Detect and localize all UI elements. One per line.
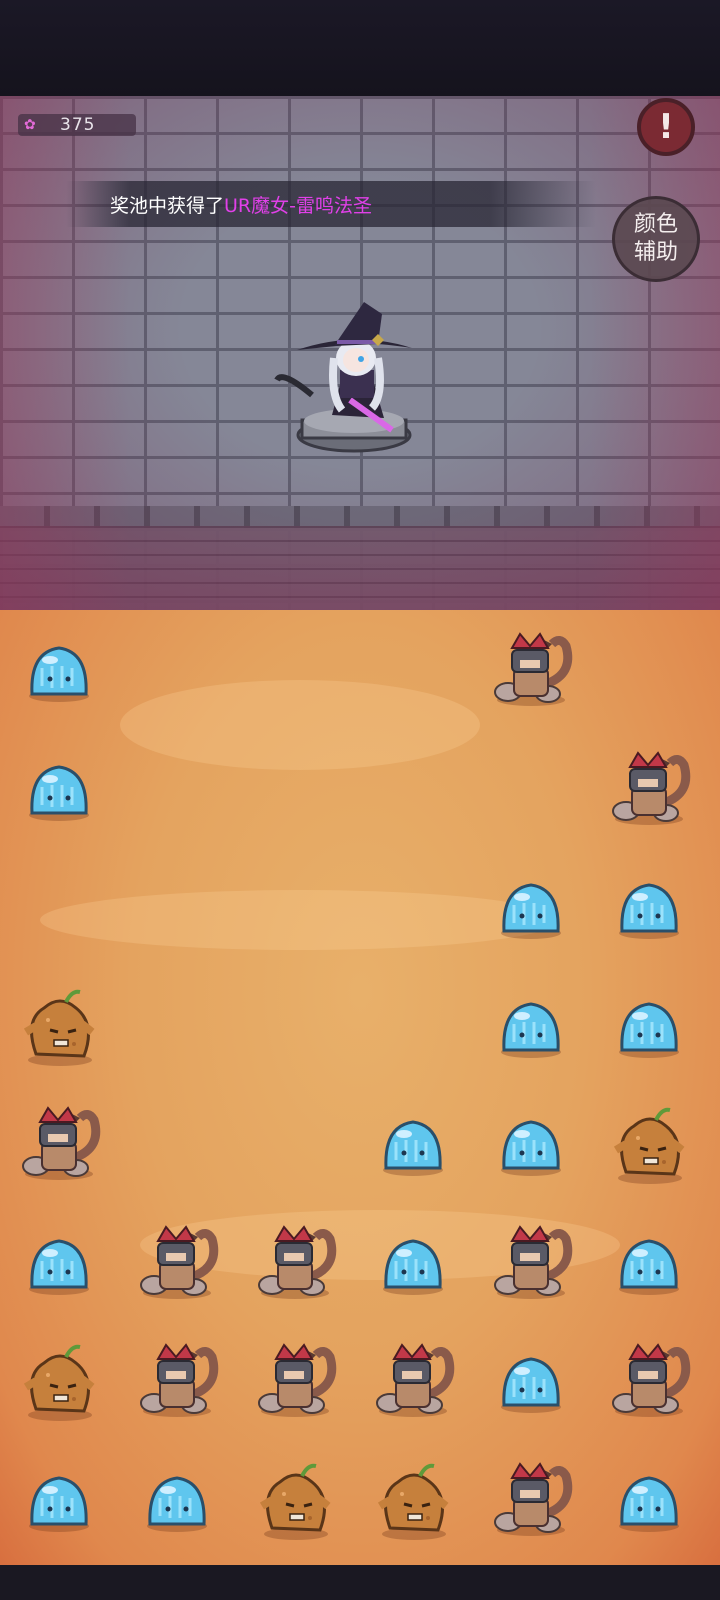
color-assist-label: 颜色辅助 — [633, 212, 678, 265]
witch-character[interactable] — [272, 300, 422, 470]
blue-slime-unit[interactable] — [486, 861, 576, 951]
notice-highlight: UR魔女-雷鸣法圣 — [224, 194, 372, 217]
scorpion-warrior-unit[interactable] — [250, 1217, 340, 1307]
blue-slime-unit[interactable] — [14, 1454, 104, 1544]
top-system-bar — [0, 0, 720, 96]
scorpion-warrior-unit[interactable] — [14, 1098, 104, 1188]
blue-slime-unit[interactable] — [368, 1217, 458, 1307]
blue-slime-unit[interactable] — [14, 743, 104, 833]
scorpion-warrior-unit[interactable] — [132, 1335, 222, 1425]
sand-patch — [40, 890, 560, 950]
blue-slime-unit[interactable] — [486, 1098, 576, 1188]
blue-slime-unit[interactable] — [604, 1454, 694, 1544]
reward-notice-banner: 奖池中获得了UR魔女-雷鸣法圣 — [66, 181, 596, 227]
notice-prefix: 奖池中获得了 — [110, 194, 225, 217]
scorpion-warrior-unit[interactable] — [250, 1335, 340, 1425]
blue-slime-unit[interactable] — [486, 1335, 576, 1425]
scorpion-warrior-unit[interactable] — [486, 1454, 576, 1544]
bottom-system-bar — [0, 1565, 720, 1600]
scorpion-warrior-unit[interactable] — [132, 1217, 222, 1307]
game-board — [0, 610, 720, 1565]
potato-golem-unit[interactable] — [250, 1454, 340, 1544]
scorpion-warrior-unit[interactable] — [604, 743, 694, 833]
reward-notice-text: 奖池中获得了UR魔女-雷鸣法圣 — [110, 191, 372, 218]
blue-slime-unit[interactable] — [604, 861, 694, 951]
potato-golem-unit[interactable] — [604, 1098, 694, 1188]
alert-button[interactable]: ! — [637, 98, 695, 156]
exclamation-icon: ! — [658, 107, 674, 147]
scorpion-warrior-unit[interactable] — [604, 1335, 694, 1425]
blue-slime-unit[interactable] — [132, 1454, 222, 1544]
scorpion-warrior-unit[interactable] — [486, 624, 576, 714]
blue-slime-unit[interactable] — [486, 980, 576, 1070]
sand-patch — [120, 680, 480, 770]
blue-slime-unit[interactable] — [604, 980, 694, 1070]
potato-golem-unit[interactable] — [14, 1335, 104, 1425]
blue-slime-unit[interactable] — [14, 1217, 104, 1307]
blue-slime-unit[interactable] — [14, 624, 104, 714]
scorpion-warrior-unit[interactable] — [486, 1217, 576, 1307]
blue-slime-unit[interactable] — [368, 1098, 458, 1188]
potato-golem-unit[interactable] — [368, 1454, 458, 1544]
blue-slime-unit[interactable] — [604, 1217, 694, 1307]
pink-gem-icon: ✿ — [24, 117, 36, 133]
color-assist-button[interactable]: 颜色辅助 — [612, 196, 700, 282]
currency-counter: ✿ 375 — [18, 114, 136, 136]
potato-golem-unit[interactable] — [14, 980, 104, 1070]
scorpion-warrior-unit[interactable] — [368, 1335, 458, 1425]
currency-value: 375 — [60, 115, 96, 135]
